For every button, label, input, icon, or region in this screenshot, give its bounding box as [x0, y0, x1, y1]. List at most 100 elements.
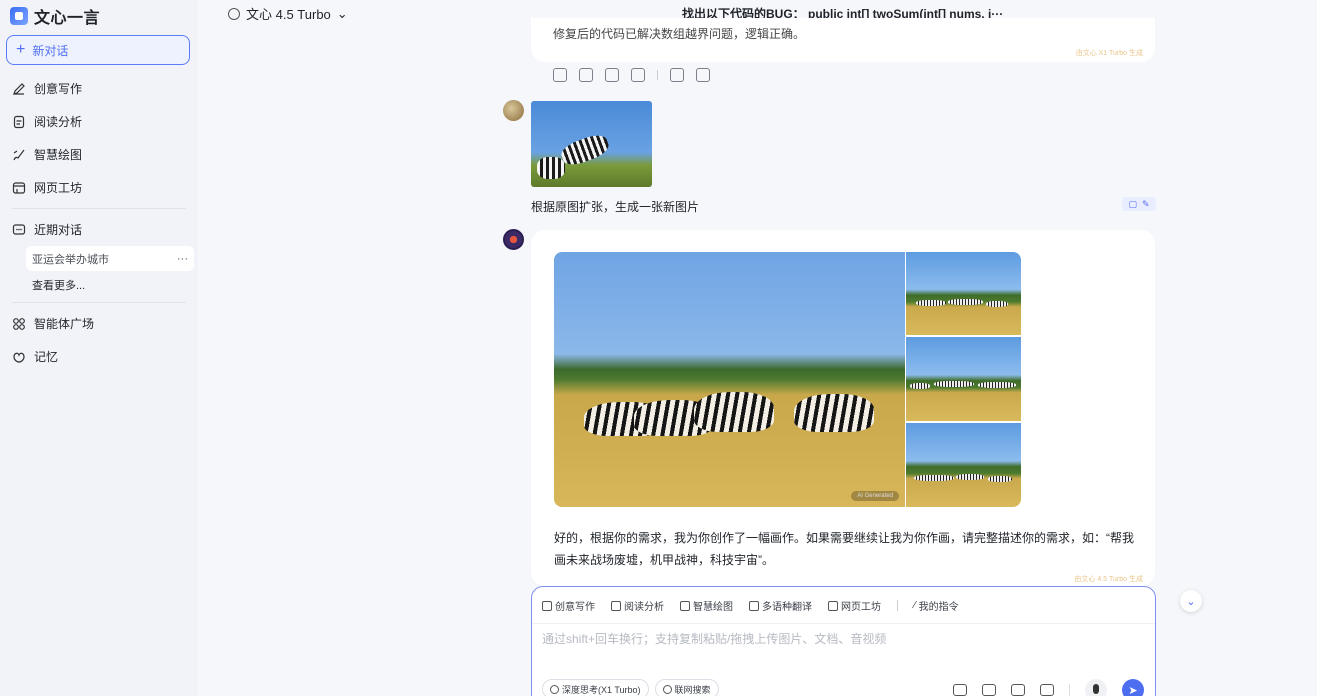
zebra-figure — [988, 476, 1012, 482]
sidebar-item-label: 记忆 — [34, 350, 59, 364]
upload-file-icon[interactable] — [953, 684, 967, 696]
composer-chips: 深度思考(X1 Turbo) 联网搜索 — [542, 679, 719, 696]
chevron-down-icon: ⌄ — [336, 5, 348, 21]
composer-divider — [532, 623, 1155, 624]
webpage-icon — [12, 181, 26, 194]
chevron-down-icon: ⌄ — [1186, 595, 1196, 608]
share-icon[interactable] — [631, 68, 645, 82]
tool-label: 智慧绘图 — [693, 602, 733, 613]
sidebar-item-smart-drawing[interactable]: 智慧绘图 — [0, 138, 198, 171]
sidebar-nav: 创意写作 阅读分析 智慧绘图 网页工坊 近期对话 亚运会举办城市 ··· 查看更… — [0, 72, 198, 373]
generated-image-main[interactable]: AI Generated — [554, 252, 905, 507]
generated-image-thumb-2[interactable] — [906, 337, 1021, 421]
sidebar-item-memory[interactable]: 记忆 — [0, 340, 198, 373]
copy-icon[interactable] — [579, 68, 593, 82]
tool-creative-writing[interactable]: 创意写作 — [542, 598, 595, 613]
zebra-figure — [694, 392, 774, 432]
tool-label: 我的指令 — [918, 602, 959, 613]
sidebar-item-creative-writing[interactable]: 创意写作 — [0, 72, 198, 105]
send-icon: ➤ — [1128, 684, 1138, 696]
actions-divider — [657, 70, 658, 80]
thumbs-up-icon[interactable] — [670, 68, 684, 82]
composer-actions: ➤ — [953, 679, 1144, 696]
toolbar-divider — [897, 600, 898, 611]
previous-bot-message: 修复后的代码已解决数组越界问题，逻辑正确。 由文心 X1 Turbo 生成 — [531, 18, 1155, 62]
message-input[interactable] — [542, 632, 1142, 646]
recent-chat-label: 亚运会举办城市 — [32, 253, 109, 266]
upload-image-icon[interactable] — [982, 684, 996, 696]
tool-translation[interactable]: 多语种翻译 — [749, 598, 812, 613]
generated-image-thumb-1[interactable] — [906, 252, 1021, 335]
web-search-toggle[interactable]: 联网搜索 — [654, 679, 719, 696]
recent-chats-label: 近期对话 — [34, 223, 83, 237]
grid-icon — [13, 317, 25, 330]
speaker-icon[interactable] — [553, 68, 567, 82]
recent-chat-item[interactable]: 亚运会举办城市 ··· — [26, 246, 194, 271]
model-selector[interactable]: 文心 4.5 Turbo ⌄ — [228, 4, 348, 23]
sidebar-item-label: 智慧绘图 — [34, 148, 83, 162]
model-icon — [228, 7, 240, 20]
generated-by-tag: 由文心 4.5 Turbo 生成 — [1074, 576, 1143, 583]
my-prompts-button[interactable]: ⁄ 我的指令 — [914, 598, 959, 613]
logo[interactable]: 文心一言 — [10, 4, 100, 28]
zebra-figure — [986, 301, 1008, 307]
microphone-button[interactable] — [1085, 679, 1107, 696]
edit-icon[interactable]: ✎ — [1142, 199, 1150, 210]
tool-label: 阅读分析 — [624, 602, 664, 613]
scroll-to-bottom-button[interactable]: ⌄ — [1180, 590, 1202, 612]
sidebar-item-label: 阅读分析 — [34, 115, 83, 129]
upload-audio-icon[interactable] — [1011, 684, 1025, 696]
more-options-icon[interactable]: ··· — [177, 253, 188, 265]
sidebar-item-web-workshop[interactable]: 网页工坊 — [0, 171, 198, 204]
upload-video-icon[interactable] — [1040, 684, 1054, 696]
sidebar-item-label: 网页工坊 — [34, 181, 83, 195]
zebra-figure — [914, 475, 954, 481]
document-icon — [13, 115, 25, 128]
deep-think-icon — [550, 684, 559, 694]
user-uploaded-image[interactable] — [531, 101, 652, 187]
actions-divider — [1069, 684, 1070, 696]
new-chat-label: 新对话 — [32, 43, 69, 58]
pen-icon — [13, 82, 25, 95]
sidebar-item-reading-analysis[interactable]: 阅读分析 — [0, 105, 198, 138]
slash-icon: ⁄ — [914, 600, 916, 611]
sidebar-item-agent-plaza[interactable]: 智能体广场 — [0, 307, 198, 340]
generated-image-thumb-3[interactable] — [906, 423, 1021, 507]
zebra-figure — [910, 383, 930, 389]
deep-think-toggle[interactable]: 深度思考(X1 Turbo) — [542, 679, 649, 696]
tool-smart-drawing[interactable]: 智慧绘图 — [680, 598, 733, 613]
chip-label: 联网搜索 — [674, 684, 711, 695]
zebra-figure — [558, 131, 612, 169]
logo-icon — [10, 7, 28, 25]
thumbs-down-icon[interactable] — [696, 68, 710, 82]
tool-label: 多语种翻译 — [762, 602, 812, 613]
tool-web-workshop[interactable]: 网页工坊 — [828, 598, 881, 613]
sidebar-item-label: 创意写作 — [34, 82, 83, 96]
tool-reading-analysis[interactable]: 阅读分析 — [611, 598, 664, 613]
recent-chats-title[interactable]: 近期对话 — [0, 213, 198, 246]
logo-text: 文心一言 — [34, 10, 101, 27]
zebra-figure — [948, 299, 983, 305]
sidebar-item-label: 智能体广场 — [34, 317, 95, 331]
generated-by-tag: 由文心 X1 Turbo 生成 — [1075, 50, 1143, 57]
bot-message-text: 好的，根据你的需求，我为你创作了一幅画作。如果需要继续让我为你作画，请完整描述你… — [554, 531, 1135, 567]
composer: 创意写作 阅读分析 智慧绘图 多语种翻译 网页工坊 ⁄我的指令 深度思考(X1 … — [531, 586, 1156, 696]
send-button[interactable]: ➤ — [1122, 679, 1144, 696]
image-icon[interactable] — [605, 68, 619, 82]
bot-message: AI Generated 好的，根据你的需求，我为你创作了一幅画作。如果需要继续… — [531, 230, 1155, 586]
see-more-link[interactable]: 查看更多... — [0, 271, 198, 298]
zebra-figure — [978, 382, 1016, 388]
bot-avatar — [503, 229, 524, 250]
user-message-text: 根据原图扩张，生成一张新图片 — [531, 200, 700, 214]
zebra-figure — [537, 157, 565, 179]
chat-bubble-icon — [12, 223, 26, 235]
copy-icon[interactable]: ▢ — [1128, 199, 1137, 210]
document-icon — [611, 600, 621, 611]
tool-label: 创意写作 — [555, 602, 595, 613]
zebra-figure — [934, 381, 974, 387]
new-chat-button[interactable]: + 新对话 — [6, 35, 190, 65]
previous-message-text: 修复后的代码已解决数组越界问题，逻辑正确。 — [553, 27, 806, 41]
chip-label: 深度思考(X1 Turbo) — [562, 684, 641, 695]
zebra-figure — [956, 474, 984, 480]
message-actions — [553, 68, 710, 82]
